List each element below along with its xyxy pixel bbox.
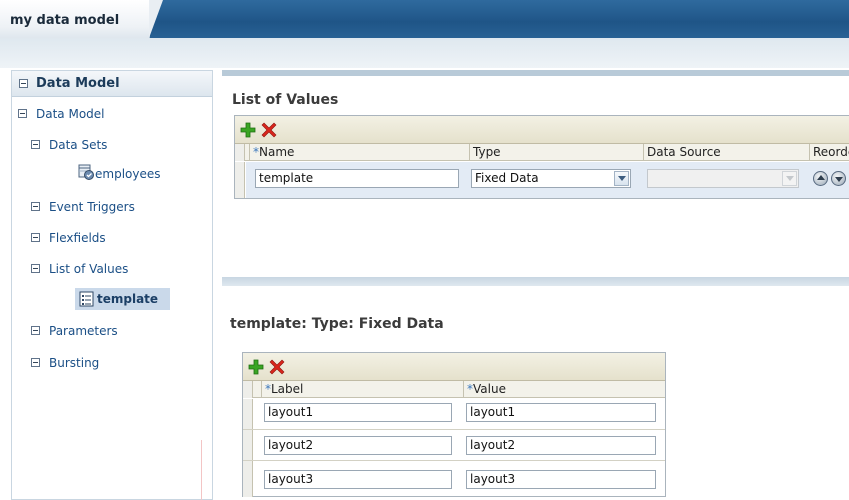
tab-edge (149, 0, 163, 38)
panel-header-label: Data Model (36, 76, 120, 91)
lov-type-select[interactable]: Fixed Data (471, 169, 631, 188)
collapse-icon[interactable] (31, 140, 40, 149)
add-icon[interactable] (240, 122, 256, 138)
sub-toolbar (0, 38, 849, 68)
lov-name-input[interactable]: template (255, 169, 459, 188)
lov-header-row: *Name Type Data Source Reorder (235, 144, 849, 161)
collapse-icon[interactable] (31, 264, 40, 273)
tree-item-label: List of Values (49, 262, 129, 276)
table-row[interactable]: layout1 layout1 (243, 399, 665, 430)
col-name[interactable]: *Name (249, 144, 469, 161)
tab-label: my data model (10, 13, 120, 28)
data-model-panel: Data Model Data Model Data Sets employee… (11, 70, 213, 500)
fixed-data-section-title: template: Type: Fixed Data (230, 316, 444, 332)
collapse-icon[interactable] (31, 202, 40, 211)
label-input[interactable]: layout3 (264, 470, 452, 489)
dataset-icon (78, 164, 94, 180)
table-row[interactable]: layout2 layout2 (243, 430, 665, 461)
lov-table: *Name Type Data Source Reorder template … (234, 115, 849, 199)
row-header[interactable] (235, 162, 245, 198)
table-row[interactable]: layout3 layout3 (243, 461, 665, 497)
tree-item-label: Bursting (49, 356, 100, 370)
delete-icon[interactable] (269, 359, 285, 375)
chevron-down-icon (782, 171, 797, 186)
lov-toolbar (235, 116, 849, 144)
fixed-data-table: *Label *Value layout1 layout1 layout2 la… (242, 352, 666, 497)
delete-icon[interactable] (261, 122, 277, 138)
collapse-icon[interactable] (31, 326, 40, 335)
tree-item-label: template (97, 292, 159, 306)
label-input[interactable]: layout1 (264, 403, 452, 422)
row-header[interactable] (243, 399, 253, 429)
row-header[interactable] (243, 430, 253, 460)
list-icon (79, 291, 94, 307)
value-input[interactable]: layout1 (466, 403, 656, 422)
tree-item-label: Data Model (36, 107, 105, 121)
value-input[interactable]: layout2 (466, 436, 656, 455)
row-header[interactable] (243, 461, 253, 497)
chevron-down-icon[interactable] (614, 171, 629, 186)
collapse-icon[interactable] (31, 358, 40, 367)
fixed-data-toolbar (243, 353, 665, 381)
col-label[interactable]: *Label (261, 381, 463, 398)
collapse-icon[interactable] (19, 79, 28, 88)
panel-header: Data Model (12, 71, 212, 97)
panel-top-strip (222, 70, 849, 76)
divider-mark (201, 440, 202, 500)
move-up-icon[interactable] (813, 171, 828, 186)
label-input[interactable]: layout2 (264, 436, 452, 455)
tree-item-label: employees (95, 167, 161, 181)
move-down-icon[interactable] (831, 171, 846, 186)
col-value[interactable]: *Value (463, 381, 665, 398)
collapse-icon[interactable] (18, 109, 27, 118)
tree-item-label: Data Sets (49, 138, 108, 152)
tree-item-label: Event Triggers (49, 200, 135, 214)
add-icon[interactable] (248, 359, 264, 375)
tab-my-data-model[interactable]: my data model (0, 0, 150, 38)
tree-item-label: Flexfields (49, 231, 106, 245)
tree-item-employees[interactable]: employees (78, 163, 178, 185)
splitter[interactable] (222, 277, 849, 286)
lov-data-source-select (647, 169, 799, 188)
main-content: List of Values *Name Type Data Source Re… (222, 70, 849, 500)
fixed-data-header-row: *Label *Value (243, 381, 665, 398)
row-header (243, 381, 253, 398)
tree-item-template[interactable]: template (75, 288, 170, 310)
col-type[interactable]: Type (469, 144, 643, 161)
value-input[interactable]: layout3 (466, 470, 656, 489)
row-header (235, 144, 245, 161)
lov-section-title: List of Values (232, 92, 339, 108)
collapse-icon[interactable] (31, 233, 40, 242)
tree-item-label: Parameters (49, 324, 118, 338)
col-data-source[interactable]: Data Source (643, 144, 809, 161)
col-reorder[interactable]: Reorder (809, 144, 849, 161)
